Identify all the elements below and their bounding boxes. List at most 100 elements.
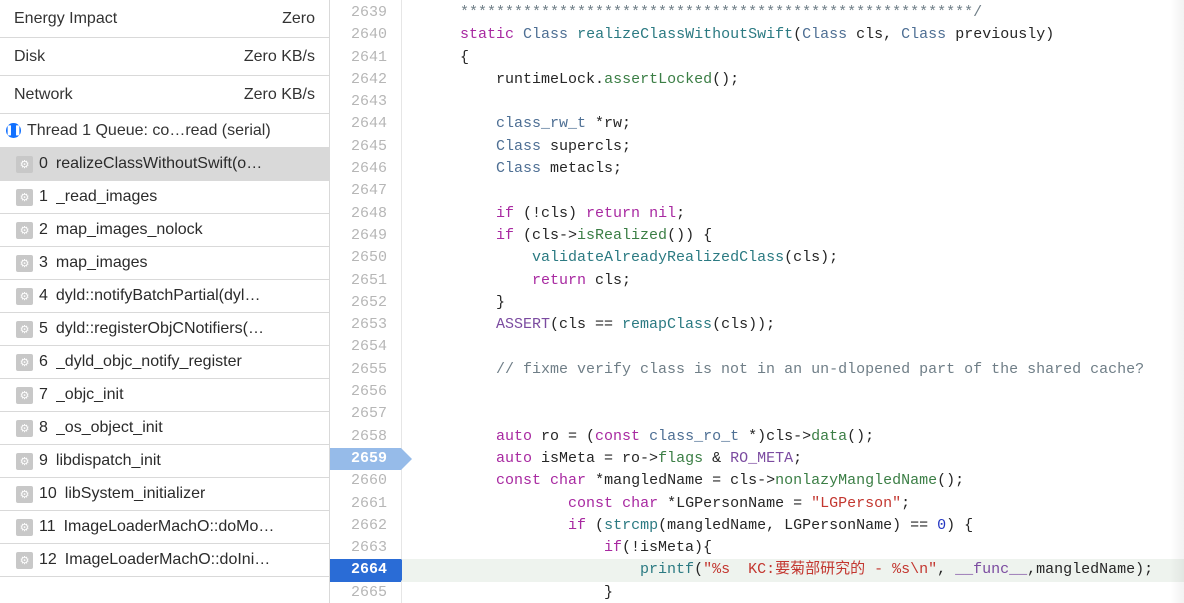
code-line[interactable] (402, 336, 1184, 358)
frame-index: 3 (39, 254, 48, 272)
code-line[interactable]: } (402, 582, 1184, 603)
stack-frame[interactable]: ⚙6_dyld_objc_notify_register (0, 346, 329, 379)
frame-index: 4 (39, 287, 48, 305)
frame-label: map_images_nolock (56, 221, 203, 239)
frame-gear-icon: ⚙ (16, 255, 33, 272)
gutter-line[interactable]: 2654 (330, 336, 401, 358)
code-line[interactable]: { (402, 47, 1184, 69)
code-line[interactable]: if (cls->isRealized()) { (402, 225, 1184, 247)
gutter-line[interactable]: 2639 (330, 2, 401, 24)
gauge-value: Zero KB/s (244, 48, 315, 66)
code-line[interactable] (402, 403, 1184, 425)
frame-gear-icon: ⚙ (16, 321, 33, 338)
gutter-line[interactable]: 2653 (330, 314, 401, 336)
frame-index: 9 (39, 452, 48, 470)
code-line[interactable]: return cls; (402, 270, 1184, 292)
code-line[interactable]: Class metacls; (402, 158, 1184, 180)
frame-gear-icon: ⚙ (16, 288, 33, 305)
gutter-line[interactable]: 2662 (330, 515, 401, 537)
frame-label: _objc_init (56, 386, 124, 404)
gutter-line[interactable]: 2659 (330, 448, 401, 470)
stack-frame[interactable]: ⚙11ImageLoaderMachO::doMo… (0, 511, 329, 544)
code-line[interactable]: validateAlreadyRealizedClass(cls); (402, 247, 1184, 269)
stack-frame[interactable]: ⚙ 9 libdispatch_init (0, 445, 329, 478)
stack-frame[interactable]: ⚙0realizeClassWithoutSwift(o… (0, 148, 329, 181)
code-line[interactable]: class_rw_t *rw; (402, 113, 1184, 135)
gutter-line[interactable]: 2655 (330, 359, 401, 381)
gutter-line[interactable]: 2649 (330, 225, 401, 247)
scrollbar-area[interactable] (1170, 0, 1184, 603)
frame-label: libdispatch_init (56, 452, 161, 470)
code-line[interactable] (402, 180, 1184, 202)
code-line[interactable]: } (402, 292, 1184, 314)
code-line[interactable]: auto ro = (const class_ro_t *)cls->data(… (402, 426, 1184, 448)
frame-label: _read_images (56, 188, 157, 206)
gutter-line[interactable]: 2640 (330, 24, 401, 46)
frame-gear-icon: ⚙ (16, 420, 33, 437)
code-line[interactable]: Class supercls; (402, 136, 1184, 158)
gutter-line[interactable]: 2656 (330, 381, 401, 403)
frame-label: _os_object_init (56, 419, 163, 437)
stack-frame[interactable]: ⚙1_read_images (0, 181, 329, 214)
frame-gear-icon: ⚙ (16, 156, 33, 173)
code-line[interactable]: if (strcmp(mangledName, LGPersonName) ==… (402, 515, 1184, 537)
code-line[interactable] (402, 381, 1184, 403)
gauge-row: NetworkZero KB/s (0, 76, 329, 114)
gutter-line[interactable]: 2660 (330, 470, 401, 492)
code-editor[interactable]: ****************************************… (402, 0, 1184, 603)
stack-frame[interactable]: ⚙ 8 _os_object_init (0, 412, 329, 445)
frame-gear-icon: ⚙ (16, 222, 33, 239)
gutter-line[interactable]: 2657 (330, 403, 401, 425)
code-line[interactable] (402, 91, 1184, 113)
gutter-line[interactable]: 2650 (330, 247, 401, 269)
gutter-line[interactable]: 2641 (330, 47, 401, 69)
thread-header[interactable]: ❚❚ Thread 1 Queue: co…read (serial) (0, 114, 329, 148)
code-line[interactable]: if(!isMeta){ (402, 537, 1184, 559)
stack-frame[interactable]: ⚙12ImageLoaderMachO::doIni… (0, 544, 329, 577)
gutter-line[interactable]: 2651 (330, 270, 401, 292)
gutter-line[interactable]: 2642 (330, 69, 401, 91)
gutter-line[interactable]: 2646 (330, 158, 401, 180)
thread-title: Thread 1 Queue: co…read (serial) (27, 122, 271, 140)
frame-index: 5 (39, 320, 48, 338)
gutter-line[interactable]: 2663 (330, 537, 401, 559)
code-line[interactable]: const char *mangledName = cls->nonlazyMa… (402, 470, 1184, 492)
frame-index: 2 (39, 221, 48, 239)
line-gutter[interactable]: 2639264026412642264326442645264626472648… (330, 0, 402, 603)
gauge-label: Disk (14, 48, 45, 66)
gutter-line[interactable]: 2647 (330, 180, 401, 202)
stack-frame[interactable]: ⚙5dyld::registerObjCNotifiers(… (0, 313, 329, 346)
frame-gear-icon: ⚙ (16, 519, 33, 536)
gutter-line[interactable]: 2644 (330, 113, 401, 135)
code-line[interactable]: if (!cls) return nil; (402, 203, 1184, 225)
code-line[interactable]: printf("%s KC:要菊部研究的 - %s\n", __func__,m… (402, 559, 1184, 581)
gutter-line[interactable]: 2648 (330, 203, 401, 225)
gutter-line[interactable]: 2652 (330, 292, 401, 314)
code-line[interactable]: ****************************************… (402, 2, 1184, 24)
stack-frame[interactable]: ⚙10libSystem_initializer (0, 478, 329, 511)
stack-frame[interactable]: ⚙4dyld::notifyBatchPartial(dyl… (0, 280, 329, 313)
frame-index: 7 (39, 386, 48, 404)
code-line[interactable]: ASSERT(cls == remapClass(cls)); (402, 314, 1184, 336)
code-line[interactable]: runtimeLock.assertLocked(); (402, 69, 1184, 91)
stack-frame[interactable]: ⚙3map_images (0, 247, 329, 280)
frame-index: 12 (39, 551, 57, 569)
gauges-section: Energy ImpactZeroDiskZero KB/sNetworkZer… (0, 0, 329, 114)
stack-frame[interactable]: ⚙7_objc_init (0, 379, 329, 412)
gutter-line[interactable]: 2645 (330, 136, 401, 158)
gutter-line[interactable]: 2658 (330, 426, 401, 448)
gutter-line[interactable]: 2664 (330, 559, 401, 581)
code-line[interactable]: static Class realizeClassWithoutSwift(Cl… (402, 24, 1184, 46)
gutter-line[interactable]: 2643 (330, 91, 401, 113)
frame-gear-icon: ⚙ (16, 552, 33, 569)
frame-gear-icon: ⚙ (16, 453, 33, 470)
gutter-line[interactable]: 2665 (330, 582, 401, 603)
code-line[interactable]: // fixme verify class is not in an un-dl… (402, 359, 1184, 381)
gutter-line[interactable]: 2661 (330, 493, 401, 515)
frame-index: 8 (39, 419, 48, 437)
code-line[interactable]: auto isMeta = ro->flags & RO_META; (402, 448, 1184, 470)
stack-frame[interactable]: ⚙ 2 map_images_nolock (0, 214, 329, 247)
code-line[interactable]: const char *LGPersonName = "LGPerson"; (402, 493, 1184, 515)
frame-index: 6 (39, 353, 48, 371)
gauge-label: Network (14, 86, 73, 104)
